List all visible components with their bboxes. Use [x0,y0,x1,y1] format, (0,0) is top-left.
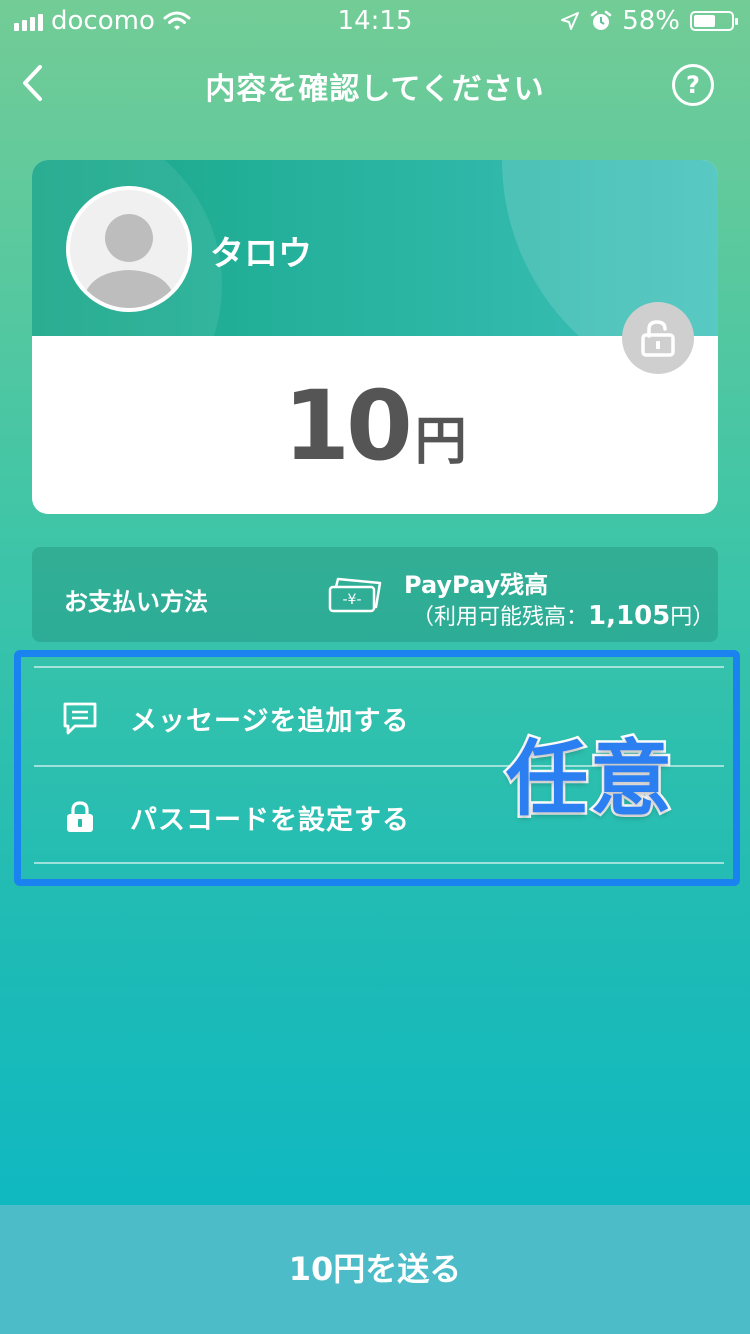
alarm-icon [590,10,612,30]
payment-method-name: PayPay残高 [404,571,549,599]
balance-suffix: 円） [670,605,715,630]
payment-method-label: お支払い方法 [64,588,208,616]
status-bar: docomo 14:15 58% [0,0,750,40]
unlock-icon [641,320,675,357]
available-balance: （利用可能残高：1,105円） [412,599,714,631]
amount-unit: 円 [414,412,467,472]
cash-icon: -¥- [328,577,382,613]
battery-fill [694,15,715,27]
recipient-name: タロウ [210,234,312,274]
payment-method-row[interactable]: お支払い方法 -¥- PayPay残高 （利用可能残高：1,105円） [32,547,718,642]
card-decoration [502,160,718,336]
set-passcode-label: パスコードを設定する [130,804,410,836]
divider [34,862,724,864]
transfer-card: タロウ 10 円 [32,160,718,514]
svg-text:-¥-: -¥- [342,592,361,608]
location-arrow-icon [561,12,580,30]
send-button[interactable]: 10円を送る [0,1205,750,1334]
status-right: 58% [560,6,738,36]
page-title: 内容を確認してください [205,72,545,107]
avatar [66,186,192,312]
amount-display: 10 円 [32,370,718,482]
optional-annotation: 任意 [503,730,675,830]
card-lock-badge [622,302,694,374]
person-icon [82,214,176,308]
message-icon [60,701,100,735]
balance-value: 1,105 [588,601,671,631]
battery-icon [690,11,738,31]
battery-percent: 58% [622,6,680,36]
amount-value: 10 [283,370,413,482]
help-button[interactable]: ? [672,64,714,106]
balance-prefix: （利用可能残高： [412,605,589,630]
divider [34,666,724,668]
lock-icon [60,800,100,834]
card-header: タロウ [32,160,718,336]
add-message-label: メッセージを追加する [130,705,410,737]
header: 内容を確認してください ? [0,50,750,116]
